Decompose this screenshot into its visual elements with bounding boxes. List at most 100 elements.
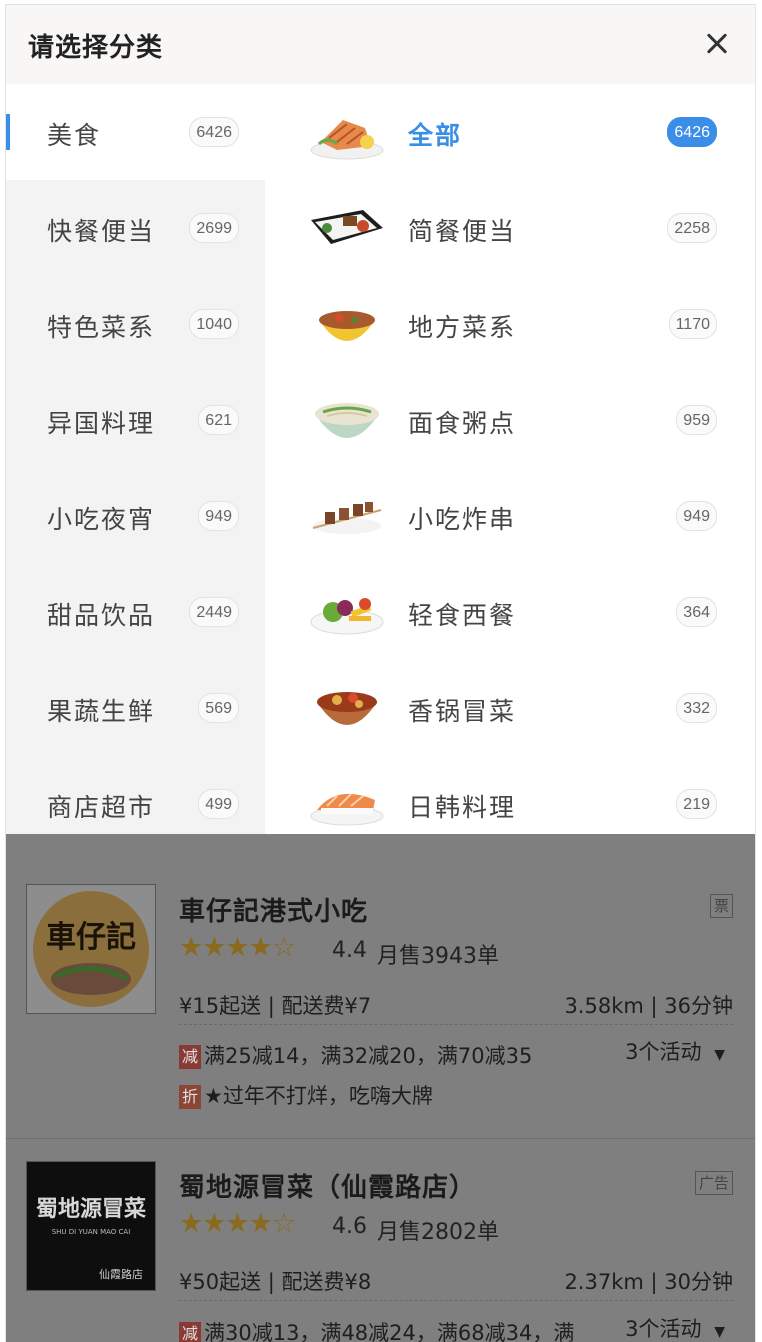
delivery-fee: 配送费¥8 — [281, 1270, 372, 1294]
sub-category-item-hotpot[interactable]: 香锅冒菜 332 — [265, 660, 755, 756]
rating-value: 4.4 — [332, 938, 367, 963]
shop-logo-text: 蜀地源冒菜 — [36, 1196, 146, 1222]
sub-category-label: 日韩料理 — [408, 793, 517, 822]
activities-label: 3个活动 — [625, 1317, 702, 1341]
sub-category-count-badge: 959 — [676, 405, 717, 435]
sub-category-label: 小吃炸串 — [408, 505, 517, 534]
category-item-snacks[interactable]: 小吃夜宵 949 — [6, 468, 265, 564]
divider — [179, 1300, 733, 1301]
activities-toggle[interactable]: 3个活动 ▼ — [619, 1313, 725, 1342]
chevron-down-icon: ▼ — [714, 1047, 725, 1063]
salad-plate-icon — [310, 598, 384, 635]
activities-label: 3个活动 — [625, 1040, 702, 1064]
sub-category-label: 全部 — [408, 121, 463, 150]
sub-category-label: 香锅冒菜 — [408, 697, 517, 726]
sub-category-count-badge: 6426 — [667, 117, 717, 147]
promo-tag-discount: 折 — [179, 1085, 201, 1109]
min-order: ¥15起送 — [179, 994, 262, 1018]
bowl-dish-icon — [319, 311, 375, 341]
category-item-fastfood[interactable]: 快餐便当 2699 — [6, 180, 265, 276]
sub-category-label: 简餐便当 — [408, 217, 517, 246]
sub-category-item-western[interactable]: 轻食西餐 364 — [265, 564, 755, 660]
shop-logo-text: 車仔記 — [46, 920, 136, 955]
shop-logo-subtitle: SHU DI YUAN MAO CAI — [52, 1228, 131, 1236]
shop-logo: 蜀地源冒菜 SHU DI YUAN MAO CAI 仙霞路店 — [26, 1161, 156, 1291]
category-label: 小吃夜宵 — [47, 505, 156, 534]
delivery-info: ¥15起送 | 配送费¥7 — [179, 994, 372, 1018]
shop-logo-branch: 仙霞路店 — [99, 1267, 143, 1281]
sushi-icon — [310, 793, 384, 826]
category-count-badge: 499 — [198, 789, 239, 819]
invoice-tag: 票 — [709, 894, 733, 918]
divider — [179, 1024, 733, 1025]
category-label: 商店超市 — [47, 793, 156, 822]
category-item-desserts[interactable]: 甜品饮品 2449 — [6, 564, 265, 660]
rating-stars: ★★★★☆ — [179, 932, 296, 963]
category-picker-sheet: 请选择分类 美食 6426 快餐便当 2699 特色菜系 1040 异国料理 6… — [5, 4, 756, 1342]
chevron-down-icon: ▼ — [714, 1324, 725, 1340]
primary-category-list: 美食 6426 快餐便当 2699 特色菜系 1040 异国料理 621 小吃夜… — [6, 84, 265, 834]
category-count-badge: 2699 — [189, 213, 239, 243]
sub-category-item-regional[interactable]: 地方菜系 1170 — [265, 276, 755, 372]
category-count-badge: 621 — [198, 405, 239, 435]
promo-line: 减满25减14，满32减20，满70减35 — [179, 1040, 532, 1070]
category-label: 果蔬生鲜 — [47, 697, 156, 726]
picker-title: 请选择分类 — [28, 33, 164, 63]
delivery-time: 36分钟 — [664, 994, 733, 1018]
monthly-sales: 月售3943单 — [377, 944, 499, 969]
rating-value: 4.6 — [332, 1214, 367, 1239]
dimmed-shop-list[interactable]: 車仔記 車仔記港式小吃 票 ★★★★☆ 4.4 月售3943单 ¥15起送 | … — [6, 834, 755, 1342]
ad-tag: 广告 — [694, 1171, 733, 1195]
sub-category-list: 全部 6426 简餐便当 2258 地方菜系 1170 面食粥点 959 小吃炸… — [265, 84, 755, 834]
close-icon[interactable] — [697, 23, 737, 63]
sub-category-count-badge: 949 — [676, 501, 717, 531]
sub-category-item-skewers[interactable]: 小吃炸串 949 — [265, 468, 755, 564]
shop-name[interactable]: 車仔記港式小吃 — [179, 891, 368, 928]
promo-text: 满25减14，满32减20，满70减35 — [204, 1044, 533, 1068]
sub-category-count-badge: 364 — [676, 597, 717, 627]
delivery-time: 30分钟 — [664, 1270, 733, 1294]
category-label: 甜品饮品 — [47, 601, 156, 630]
shop-name[interactable]: 蜀地源冒菜（仙霞路店） — [179, 1167, 476, 1204]
category-item-food[interactable]: 美食 6426 — [6, 84, 265, 180]
spicy-pot-icon — [317, 692, 377, 725]
sub-category-count-badge: 332 — [676, 693, 717, 723]
skewers-icon — [312, 502, 382, 534]
bento-box-icon — [311, 210, 383, 244]
min-order: ¥50起送 — [179, 1270, 262, 1294]
picker-header: 请选择分类 — [6, 4, 755, 84]
sub-category-label: 面食粥点 — [408, 409, 517, 438]
sub-category-item-all[interactable]: 全部 6426 — [265, 84, 755, 180]
distance-time: 3.58km | 36分钟 — [564, 994, 733, 1018]
category-label: 特色菜系 — [47, 313, 156, 342]
promo-tag-reduce: 减 — [179, 1322, 201, 1342]
promo-line: 折 ★过年不打烊，吃嗨大牌 — [179, 1080, 433, 1110]
category-count-badge: 2449 — [189, 597, 239, 627]
sub-category-label: 地方菜系 — [408, 313, 517, 342]
category-label: 异国料理 — [47, 409, 156, 438]
sub-category-item-bento[interactable]: 简餐便当 2258 — [265, 180, 755, 276]
promo-tag-reduce: 减 — [179, 1045, 201, 1069]
monthly-sales: 月售2802单 — [377, 1220, 499, 1245]
shop-logo: 車仔記 — [26, 884, 156, 1014]
promo-text: ★过年不打烊，吃嗨大牌 — [204, 1084, 433, 1108]
category-count-badge: 949 — [198, 501, 239, 531]
category-item-produce[interactable]: 果蔬生鲜 569 — [6, 660, 265, 756]
sub-category-count-badge: 2258 — [667, 213, 717, 243]
category-label: 快餐便当 — [47, 217, 156, 246]
distance: 3.58km — [564, 994, 644, 1018]
grilled-salmon-plate-icon — [310, 120, 384, 160]
noodle-bowl-icon — [315, 403, 379, 438]
promo-text: 满30减13，满48减24，满68减34，满 — [204, 1321, 575, 1342]
sub-category-count-badge: 1170 — [668, 309, 717, 339]
shop-card[interactable]: 蜀地源冒菜 SHU DI YUAN MAO CAI 仙霞路店 蜀地源冒菜（仙霞路… — [6, 1139, 755, 1342]
sub-category-item-noodles[interactable]: 面食粥点 959 — [265, 372, 755, 468]
shop-card[interactable]: 車仔記 車仔記港式小吃 票 ★★★★☆ 4.4 月售3943单 ¥15起送 | … — [6, 834, 755, 1138]
rating-stars: ★★★★☆ — [179, 1208, 296, 1239]
category-label: 美食 — [47, 121, 102, 150]
activities-toggle[interactable]: 3个活动 ▼ — [625, 1036, 725, 1066]
promo-line: 减满30减13，满48减24，满68减34，满 — [179, 1317, 574, 1342]
delivery-fee: 配送费¥7 — [281, 994, 372, 1018]
category-item-foreign[interactable]: 异国料理 621 — [6, 372, 265, 468]
category-item-special[interactable]: 特色菜系 1040 — [6, 276, 265, 372]
